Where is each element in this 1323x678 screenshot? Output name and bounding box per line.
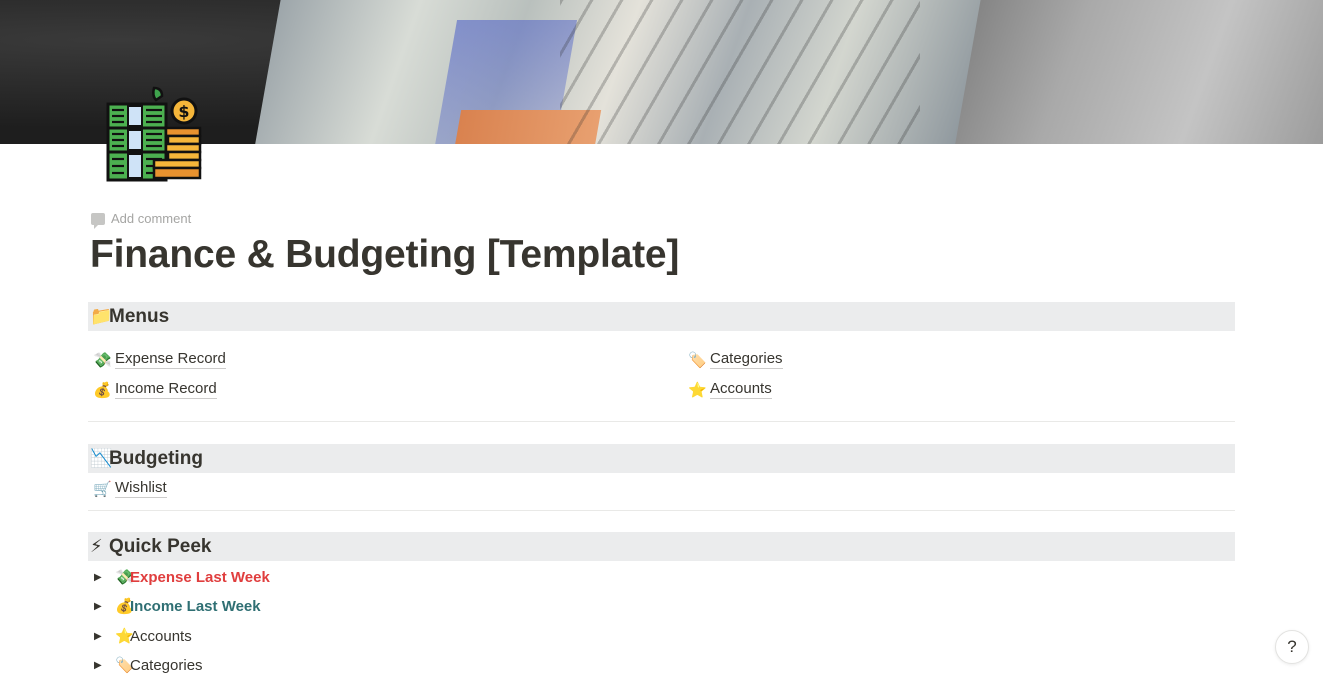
cover-banknote-lines xyxy=(560,0,920,144)
toggle-triangle-icon[interactable]: ▶ xyxy=(94,601,115,612)
toggle-label: Categories xyxy=(130,656,203,674)
money-with-wings-icon: 💸 xyxy=(115,569,134,586)
chart-decreasing-icon: 📉 xyxy=(90,448,113,468)
help-button[interactable]: ? xyxy=(1275,630,1309,664)
label-tag-icon: 🏷️ xyxy=(688,351,707,369)
link-label: Categories xyxy=(710,350,783,369)
link-accounts[interactable]: ⭐ Accounts xyxy=(688,380,772,399)
link-label: Wishlist xyxy=(115,479,167,498)
shopping-cart-icon: 🛒 xyxy=(93,480,112,498)
money-stacks-coins-icon[interactable]: $ xyxy=(104,86,204,184)
toggle-accounts[interactable]: ▶ ⭐ Accounts xyxy=(94,627,192,646)
add-comment-label: Add comment xyxy=(111,211,192,226)
section-header-quick-peek: ⚡ Quick Peek xyxy=(88,532,1235,561)
toggle-label: Accounts xyxy=(130,627,192,645)
toggle-triangle-icon[interactable]: ▶ xyxy=(94,631,115,642)
toggle-categories[interactable]: ▶ 🏷️ Categories xyxy=(94,656,203,675)
star-icon: ⭐ xyxy=(115,628,134,645)
divider xyxy=(88,421,1235,422)
section-header-budgeting: 📉 Budgeting xyxy=(88,444,1235,473)
page-title: Finance & Budgeting [Template] xyxy=(90,233,680,276)
svg-text:$: $ xyxy=(178,102,189,121)
star-icon: ⭐ xyxy=(688,381,707,399)
link-label: Expense Record xyxy=(115,350,226,369)
section-header-menus: 📁 Menus xyxy=(88,302,1235,331)
link-label: Accounts xyxy=(710,380,772,399)
section-title-menus: Menus xyxy=(109,305,170,327)
section-title-quick-peek: Quick Peek xyxy=(109,535,212,557)
toggle-expense-last-week[interactable]: ▶ 💸 Expense Last Week xyxy=(94,568,270,587)
comment-icon xyxy=(91,212,105,229)
toggle-income-last-week[interactable]: ▶ 💰 Income Last Week xyxy=(94,597,261,616)
section-title-budgeting: Budgeting xyxy=(109,447,203,469)
toggle-label: Expense Last Week xyxy=(130,568,270,586)
link-income-record[interactable]: 💰 Income Record xyxy=(93,380,217,399)
folder-icon: 📁 xyxy=(90,306,113,326)
toggle-triangle-icon[interactable]: ▶ xyxy=(94,572,115,583)
link-wishlist[interactable]: 🛒 Wishlist xyxy=(93,479,167,498)
label-tag-icon: 🏷️ xyxy=(115,657,134,674)
lightning-icon: ⚡ xyxy=(90,536,103,556)
money-bag-icon: 💰 xyxy=(115,598,134,615)
money-with-wings-icon: 💸 xyxy=(93,351,112,369)
link-expense-record[interactable]: 💸 Expense Record xyxy=(93,350,226,369)
add-comment-button[interactable]: Add comment xyxy=(91,211,192,229)
money-bag-icon: 💰 xyxy=(93,381,112,399)
toggle-label: Income Last Week xyxy=(130,597,261,615)
link-categories[interactable]: 🏷️ Categories xyxy=(688,350,783,369)
toggle-triangle-icon[interactable]: ▶ xyxy=(94,660,115,671)
divider xyxy=(88,510,1235,511)
link-label: Income Record xyxy=(115,380,217,399)
